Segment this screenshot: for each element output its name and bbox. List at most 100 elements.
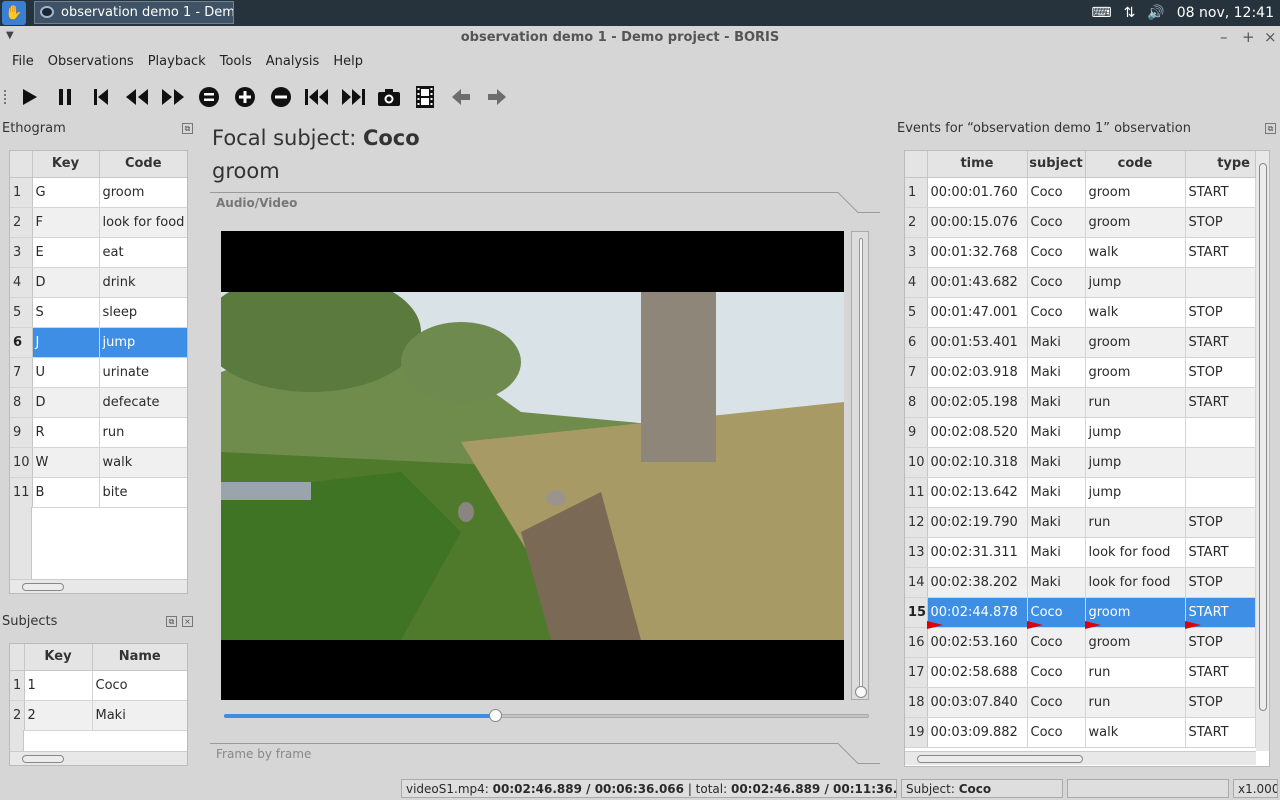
back-arrow-icon[interactable] — [448, 84, 474, 110]
event-time-cell[interactable]: 00:01:32.768 — [927, 237, 1028, 268]
menu-help[interactable]: Help — [321, 50, 363, 74]
event-time-cell[interactable]: 00:01:47.001 — [927, 297, 1028, 328]
event-subject-cell[interactable]: Maki — [1027, 417, 1086, 448]
table-row[interactable]: 16 00:02:53.160 Coco groom STOP — [905, 627, 1256, 658]
volume-slider-handle[interactable] — [855, 686, 867, 698]
ethogram-code-cell[interactable]: run — [99, 417, 187, 448]
ethogram-code-cell[interactable]: groom — [99, 177, 187, 208]
table-row[interactable]: 13 00:02:31.311 Maki look for food START — [905, 537, 1256, 568]
event-time-cell[interactable]: 00:02:19.790 — [927, 507, 1028, 538]
row-number[interactable]: 18 — [905, 687, 928, 718]
fast-forward-icon[interactable] — [160, 84, 186, 110]
app-menu-icon[interactable]: ✋ — [2, 1, 26, 25]
table-row[interactable]: 18 00:03:07.840 Coco run STOP — [905, 687, 1256, 718]
ethogram-code-cell[interactable]: eat — [99, 237, 187, 268]
table-row[interactable]: 1 Ggroom — [10, 177, 187, 208]
event-code-cell[interactable]: groom — [1085, 357, 1186, 388]
event-subject-cell[interactable]: Maki — [1027, 477, 1086, 508]
row-number[interactable]: 12 — [905, 507, 928, 538]
row-number[interactable]: 4 — [10, 267, 33, 298]
row-number[interactable]: 19 — [905, 717, 928, 748]
event-subject-cell[interactable]: Coco — [1027, 237, 1086, 268]
subjects-h-scrollbar[interactable] — [10, 751, 187, 765]
row-number[interactable]: 6 — [905, 327, 928, 358]
maximize-icon[interactable]: + — [1242, 28, 1255, 46]
ethogram-key-cell[interactable]: S — [32, 297, 100, 328]
row-number[interactable]: 7 — [10, 357, 33, 388]
subject-key-cell[interactable]: 1 — [24, 670, 93, 701]
event-subject-cell[interactable]: Coco — [1027, 687, 1086, 718]
table-row[interactable]: 12 00:02:19.790 Maki run STOP — [905, 507, 1256, 538]
rewind-icon[interactable] — [124, 84, 150, 110]
event-code-cell[interactable]: run — [1085, 687, 1186, 718]
subject-name-cell[interactable]: Coco — [92, 670, 187, 701]
table-row[interactable]: 9 Rrun — [10, 417, 187, 448]
skip-to-start-icon[interactable] — [88, 84, 114, 110]
event-type-cell[interactable]: STOP — [1185, 507, 1256, 538]
event-code-cell[interactable]: jump — [1085, 417, 1186, 448]
event-subject-cell[interactable]: Maki — [1027, 447, 1086, 478]
event-subject-cell[interactable]: Coco — [1027, 267, 1086, 298]
event-type-cell[interactable]: STOP — [1185, 297, 1256, 328]
event-subject-cell[interactable]: Maki — [1027, 567, 1086, 598]
menu-tools[interactable]: Tools — [208, 50, 252, 74]
forward-arrow-icon[interactable] — [484, 84, 510, 110]
event-code-cell[interactable]: groom — [1085, 177, 1186, 208]
speed-up-icon[interactable] — [232, 84, 258, 110]
events-h-scrollbar[interactable] — [905, 751, 1256, 765]
column-header-key[interactable]: Key — [32, 151, 100, 178]
event-code-cell[interactable]: jump — [1085, 267, 1186, 298]
ethogram-key-cell[interactable]: D — [32, 267, 100, 298]
table-row[interactable]: 6 Jjump — [10, 327, 187, 358]
event-code-cell[interactable]: walk — [1085, 237, 1186, 268]
event-type-cell[interactable] — [1185, 267, 1256, 298]
close-icon[interactable]: × — [1264, 28, 1277, 46]
table-row[interactable]: 3 Eeat — [10, 237, 187, 268]
event-code-cell[interactable]: groom — [1085, 327, 1186, 358]
event-code-cell[interactable]: run — [1085, 507, 1186, 538]
table-row[interactable]: 2 00:00:15.076 Coco groom STOP — [905, 207, 1256, 238]
event-type-cell[interactable]: STOP — [1185, 207, 1256, 238]
row-number[interactable]: 8 — [10, 387, 33, 418]
table-row[interactable]: 8 Ddefecate — [10, 387, 187, 418]
ethogram-code-cell[interactable]: walk — [99, 447, 187, 478]
event-code-cell[interactable]: walk — [1085, 297, 1186, 328]
table-row[interactable]: 17 00:02:58.688 Coco run START — [905, 657, 1256, 688]
table-row[interactable]: 11 00:02:13.642 Maki jump — [905, 477, 1256, 508]
event-time-cell[interactable]: 00:02:08.520 — [927, 417, 1028, 448]
table-row[interactable]: 10 Wwalk — [10, 447, 187, 478]
position-slider-handle[interactable] — [488, 709, 502, 722]
table-row[interactable]: 8 00:02:05.198 Maki run START — [905, 387, 1256, 418]
row-number[interactable]: 6 — [10, 327, 33, 358]
equal-speed-icon[interactable] — [196, 84, 222, 110]
event-time-cell[interactable]: 00:00:15.076 — [927, 207, 1028, 238]
ethogram-code-cell[interactable]: sleep — [99, 297, 187, 328]
event-subject-cell[interactable]: Maki — [1027, 537, 1086, 568]
volume-icon[interactable]: 🔊 — [1147, 5, 1164, 21]
taskbar-window-button[interactable]: observation demo 1 - Demo ... — [34, 1, 234, 24]
event-time-cell[interactable]: 00:02:31.311 — [927, 537, 1028, 568]
snapshot-icon[interactable] — [376, 84, 402, 110]
scroll-thumb[interactable] — [22, 755, 64, 763]
row-number[interactable]: 9 — [905, 417, 928, 448]
row-number[interactable]: 10 — [10, 447, 33, 478]
table-row[interactable]: 2 Flook for food — [10, 207, 187, 238]
subject-name-cell[interactable]: Maki — [92, 700, 187, 731]
ethogram-code-cell[interactable]: defecate — [99, 387, 187, 418]
subject-key-cell[interactable]: 2 — [24, 700, 93, 731]
event-code-cell[interactable]: jump — [1085, 447, 1186, 478]
event-type-cell[interactable]: START — [1185, 177, 1256, 208]
row-number[interactable]: 5 — [10, 297, 33, 328]
row-number[interactable]: 2 — [10, 700, 25, 731]
slow-down-icon[interactable] — [268, 84, 294, 110]
event-code-cell[interactable]: groom — [1085, 207, 1186, 238]
event-time-cell[interactable]: 00:02:38.202 — [927, 567, 1028, 598]
table-row[interactable]: 2 2 Maki — [10, 700, 187, 731]
events-v-scrollbar[interactable] — [1256, 151, 1269, 751]
event-type-cell[interactable] — [1185, 447, 1256, 478]
volume-slider[interactable] — [851, 231, 869, 700]
event-type-cell[interactable]: STOP — [1185, 567, 1256, 598]
event-subject-cell[interactable]: Maki — [1027, 357, 1086, 388]
row-number[interactable]: 4 — [905, 267, 928, 298]
table-row[interactable]: 14 00:02:38.202 Maki look for food STOP — [905, 567, 1256, 598]
